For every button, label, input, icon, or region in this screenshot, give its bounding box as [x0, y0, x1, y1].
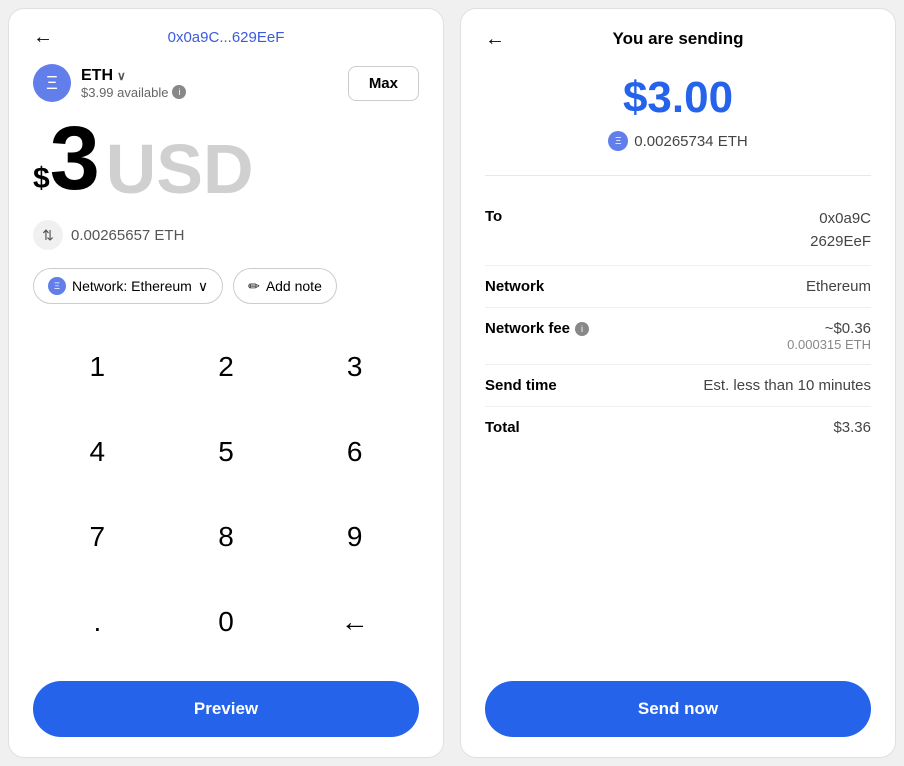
right-panel: ← You are sending $3.00 Ξ 0.00265734 ETH… [460, 8, 896, 758]
total-label: Total [485, 419, 520, 436]
total-row: Total $3.36 [485, 407, 871, 448]
key-8[interactable]: 8 [162, 495, 291, 580]
send-now-button[interactable]: Send now [485, 681, 871, 737]
left-panel: ← 0x0a9C...629EeF Ξ ETH ∨ $3.99 availabl… [8, 8, 444, 758]
key-6[interactable]: 6 [290, 409, 419, 494]
network-row: Network Ethereum [485, 266, 871, 308]
key-backspace[interactable]: ← [290, 580, 419, 665]
send-amount-usd: $3.00 [485, 73, 871, 123]
right-header: ← You are sending [485, 29, 871, 49]
max-button[interactable]: Max [348, 66, 419, 101]
back-button-right[interactable]: ← [485, 28, 505, 51]
network-eth-icon: Ξ [48, 277, 66, 295]
network-chevron: ∨ [198, 278, 208, 295]
available-label: $3.99 available [81, 85, 168, 100]
fee-value: ~$0.36 [787, 320, 871, 337]
to-label: To [485, 208, 502, 225]
pencil-icon: ✏ [248, 278, 260, 295]
eth-icon-left: Ξ [33, 64, 71, 102]
add-note-label: Add note [266, 278, 322, 294]
address-link[interactable]: 0x0a9C...629EeF [168, 29, 285, 46]
add-note-button[interactable]: ✏ Add note [233, 268, 337, 304]
key-4[interactable]: 4 [33, 409, 162, 494]
back-button-left[interactable]: ← [33, 26, 53, 49]
fee-label-row: Network fee i [485, 320, 589, 337]
you-are-sending-title: You are sending [613, 29, 744, 49]
token-name-label: ETH [81, 67, 113, 85]
left-header: ← 0x0a9C...629EeF [33, 29, 419, 46]
send-eth-row: Ξ 0.00265734 ETH [485, 131, 871, 151]
key-0[interactable]: 0 [162, 580, 291, 665]
key-3[interactable]: 3 [290, 324, 419, 409]
send-time-value: Est. less than 10 minutes [703, 377, 871, 394]
total-value: $3.36 [833, 419, 871, 436]
eth-symbol: Ξ [46, 73, 58, 94]
network-detail-label: Network [485, 278, 544, 295]
preview-button[interactable]: Preview [33, 681, 419, 737]
divider [485, 175, 871, 176]
available-text: $3.99 available i [81, 85, 186, 100]
send-time-row: Send time Est. less than 10 minutes [485, 365, 871, 407]
to-address: 0x0a9C 2629EeF [810, 208, 871, 253]
network-label: Network: Ethereum [72, 278, 192, 294]
key-dot[interactable]: . [33, 580, 162, 665]
token-left: Ξ ETH ∨ $3.99 available i [33, 64, 186, 102]
swap-icon[interactable]: ⇅ [33, 220, 63, 250]
key-9[interactable]: 9 [290, 495, 419, 580]
token-chevron: ∨ [117, 69, 126, 83]
network-detail-value: Ethereum [806, 278, 871, 295]
info-icon-fee[interactable]: i [575, 322, 589, 336]
numpad: 1 2 3 4 5 6 7 8 9 . 0 ← [33, 324, 419, 665]
to-row: To 0x0a9C 2629EeF [485, 196, 871, 266]
key-1[interactable]: 1 [33, 324, 162, 409]
fee-label: Network fee [485, 320, 570, 337]
fee-eth: 0.000315 ETH [787, 337, 871, 352]
eth-equiv-text: 0.00265657 ETH [71, 227, 184, 244]
network-button[interactable]: Ξ Network: Ethereum ∨ [33, 268, 223, 304]
amount-display: $ 3 USD [33, 114, 419, 210]
fee-value-col: ~$0.36 0.000315 ETH [787, 320, 871, 352]
token-info: ETH ∨ $3.99 available i [81, 67, 186, 100]
eth-icon-right: Ξ [608, 131, 628, 151]
to-address-line1: 0x0a9C [810, 208, 871, 231]
amount-number: 3 [50, 114, 100, 204]
fee-row: Network fee i ~$0.36 0.000315 ETH [485, 308, 871, 365]
send-eth-text: 0.00265734 ETH [634, 133, 747, 150]
key-7[interactable]: 7 [33, 495, 162, 580]
key-2[interactable]: 2 [162, 324, 291, 409]
usd-label: USD [106, 134, 254, 204]
eth-equivalent-row: ⇅ 0.00265657 ETH [33, 220, 419, 250]
dollar-sign: $ [33, 162, 50, 196]
info-icon-available[interactable]: i [172, 85, 186, 99]
send-time-label: Send time [485, 377, 557, 394]
key-5[interactable]: 5 [162, 409, 291, 494]
controls-row: Ξ Network: Ethereum ∨ ✏ Add note [33, 268, 419, 304]
token-name-row[interactable]: ETH ∨ [81, 67, 186, 85]
token-row: Ξ ETH ∨ $3.99 available i Max [33, 64, 419, 102]
to-address-line2: 2629EeF [810, 231, 871, 254]
detail-rows: To 0x0a9C 2629EeF Network Ethereum Netwo… [485, 196, 871, 665]
